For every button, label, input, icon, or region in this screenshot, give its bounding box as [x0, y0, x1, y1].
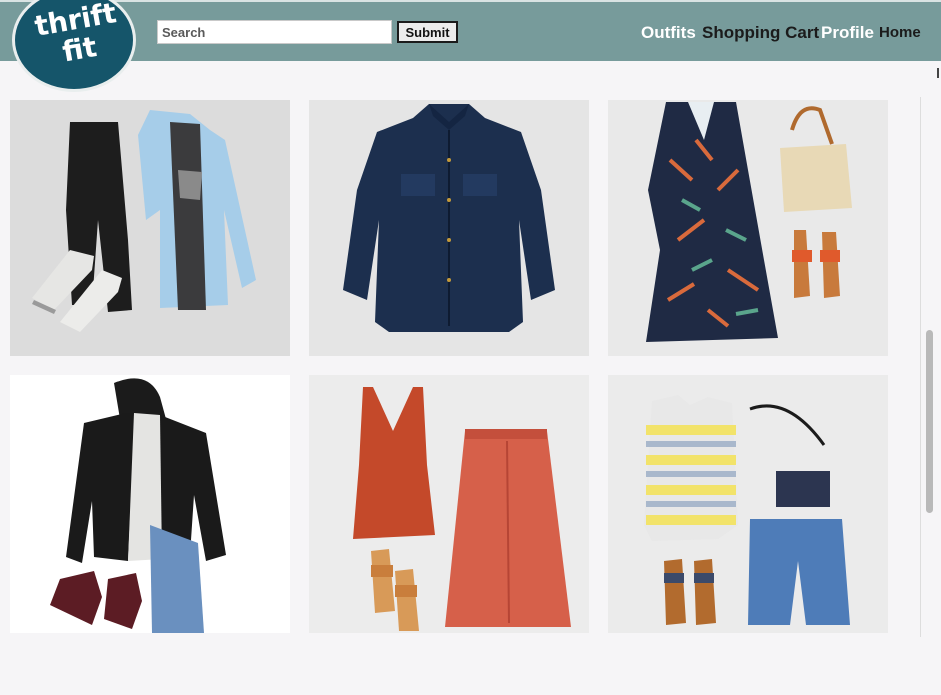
- nav-profile[interactable]: Profile: [821, 21, 874, 45]
- header-bar: thrift fit Submit Outfits Shopping Cart …: [0, 0, 941, 92]
- floral-wrap-dress-bag-sandals-outfit-icon: [646, 102, 852, 342]
- nav-home[interactable]: Home: [879, 21, 921, 45]
- thrift-fit-logo[interactable]: thrift fit: [12, 0, 136, 92]
- outfit-card-3[interactable]: [608, 100, 888, 356]
- outfit-card-1[interactable]: [10, 100, 290, 356]
- rust-tank-skirt-sandals-outfit-icon: [353, 387, 571, 631]
- logo-text: thrift fit: [32, 0, 121, 71]
- submit-button[interactable]: Submit: [397, 21, 458, 43]
- outfit-card-5[interactable]: [309, 375, 589, 633]
- navy-denim-button-shirt-icon: [343, 104, 555, 332]
- striped-top-denim-shorts-outfit-icon: [644, 395, 850, 625]
- nav-outfits[interactable]: Outfits: [641, 21, 696, 45]
- black-pants-denim-shirt-sneakers-outfit-icon: [32, 110, 256, 332]
- outfit-card-4[interactable]: [10, 375, 290, 633]
- outfit-card-6[interactable]: [608, 375, 888, 633]
- leather-jacket-jeans-boots-outfit-icon: [50, 378, 226, 633]
- search-input[interactable]: [157, 20, 392, 44]
- outfit-card-2[interactable]: [309, 100, 589, 356]
- scrollbar-thumb[interactable]: [926, 330, 933, 513]
- window-edge-mark: [937, 68, 939, 78]
- nav-shopping-cart[interactable]: Shopping Cart: [702, 21, 819, 45]
